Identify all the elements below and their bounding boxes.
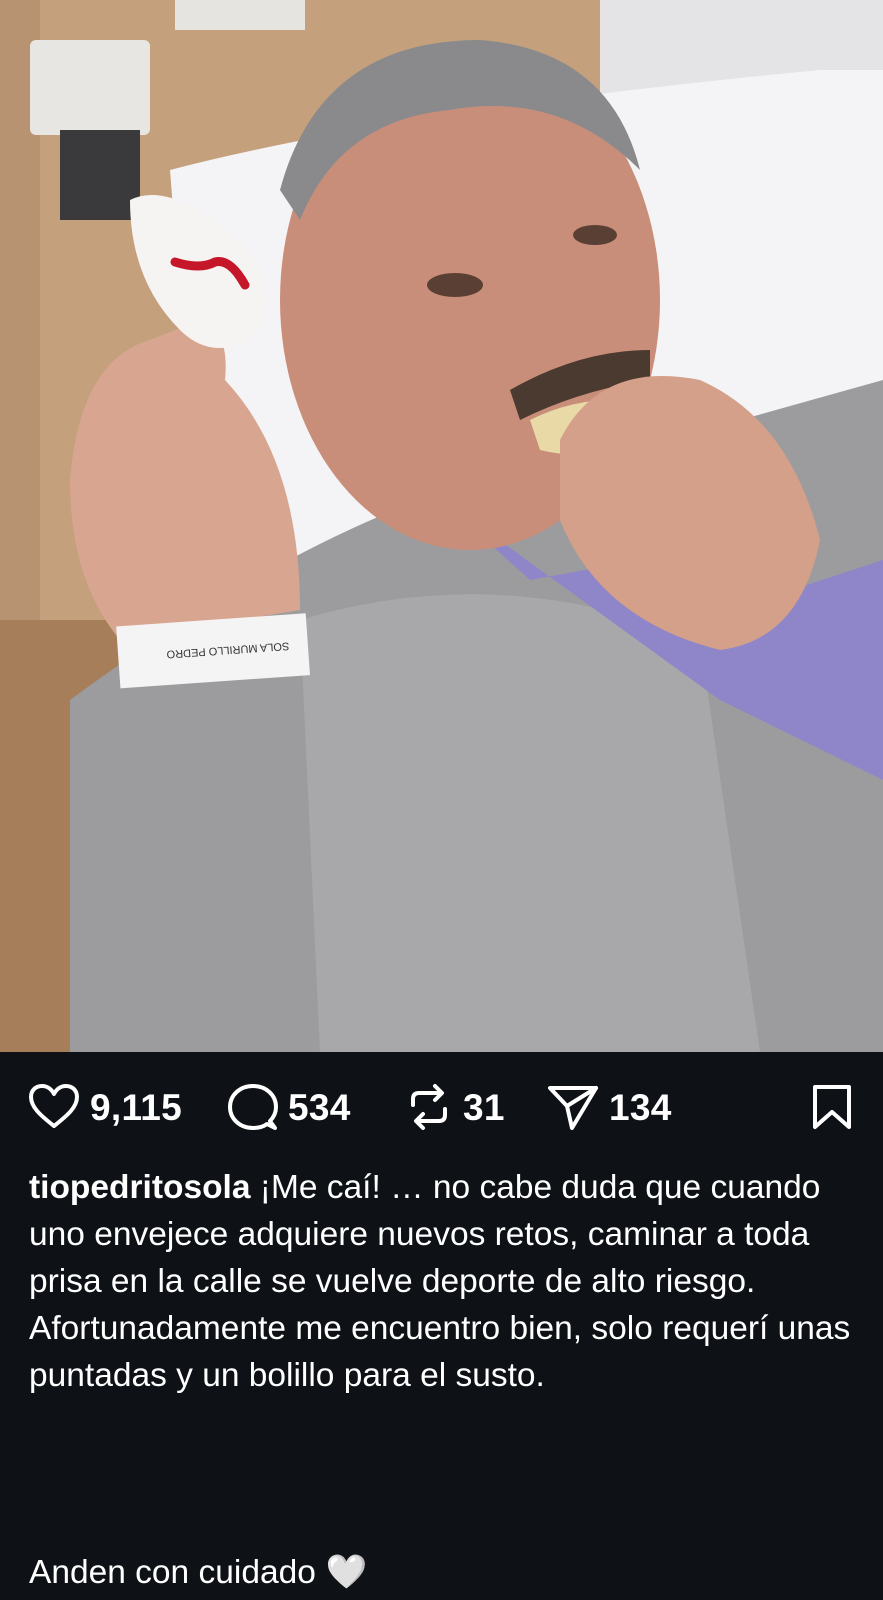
- bookmark-button[interactable]: [811, 1084, 853, 1135]
- post-caption: tiopedritosola ¡Me caí! … no cabe duda q…: [29, 1164, 859, 1591]
- heart-icon[interactable]: [28, 1084, 80, 1130]
- like-action[interactable]: 9,115: [28, 1082, 182, 1132]
- comment-count: 534: [288, 1086, 351, 1128]
- post-action-bar: 9,115 534 31 134: [0, 1052, 883, 1162]
- white-heart-emoji: 🤍: [325, 1554, 368, 1591]
- repost-action[interactable]: 31: [405, 1082, 505, 1132]
- caption-closing-line: Anden con cuidado 🤍: [29, 1549, 368, 1596]
- caption-closing: Anden con cuidado: [29, 1554, 316, 1591]
- repost-count: 31: [463, 1086, 505, 1128]
- like-count: 9,115: [90, 1086, 183, 1128]
- comment-action[interactable]: 534: [228, 1082, 351, 1132]
- comment-icon[interactable]: [228, 1083, 278, 1131]
- share-count: 134: [609, 1086, 672, 1128]
- caption-body: tiopedritosola ¡Me caí! … no cabe duda q…: [29, 1164, 859, 1399]
- send-icon[interactable]: [547, 1083, 599, 1131]
- bookmark-icon[interactable]: [811, 1084, 853, 1130]
- post-photo[interactable]: SOLA MURILLO PEDRO: [0, 0, 883, 1052]
- caption-username[interactable]: tiopedritosola: [29, 1169, 250, 1206]
- repost-icon[interactable]: [405, 1083, 453, 1131]
- share-action[interactable]: 134: [547, 1082, 672, 1132]
